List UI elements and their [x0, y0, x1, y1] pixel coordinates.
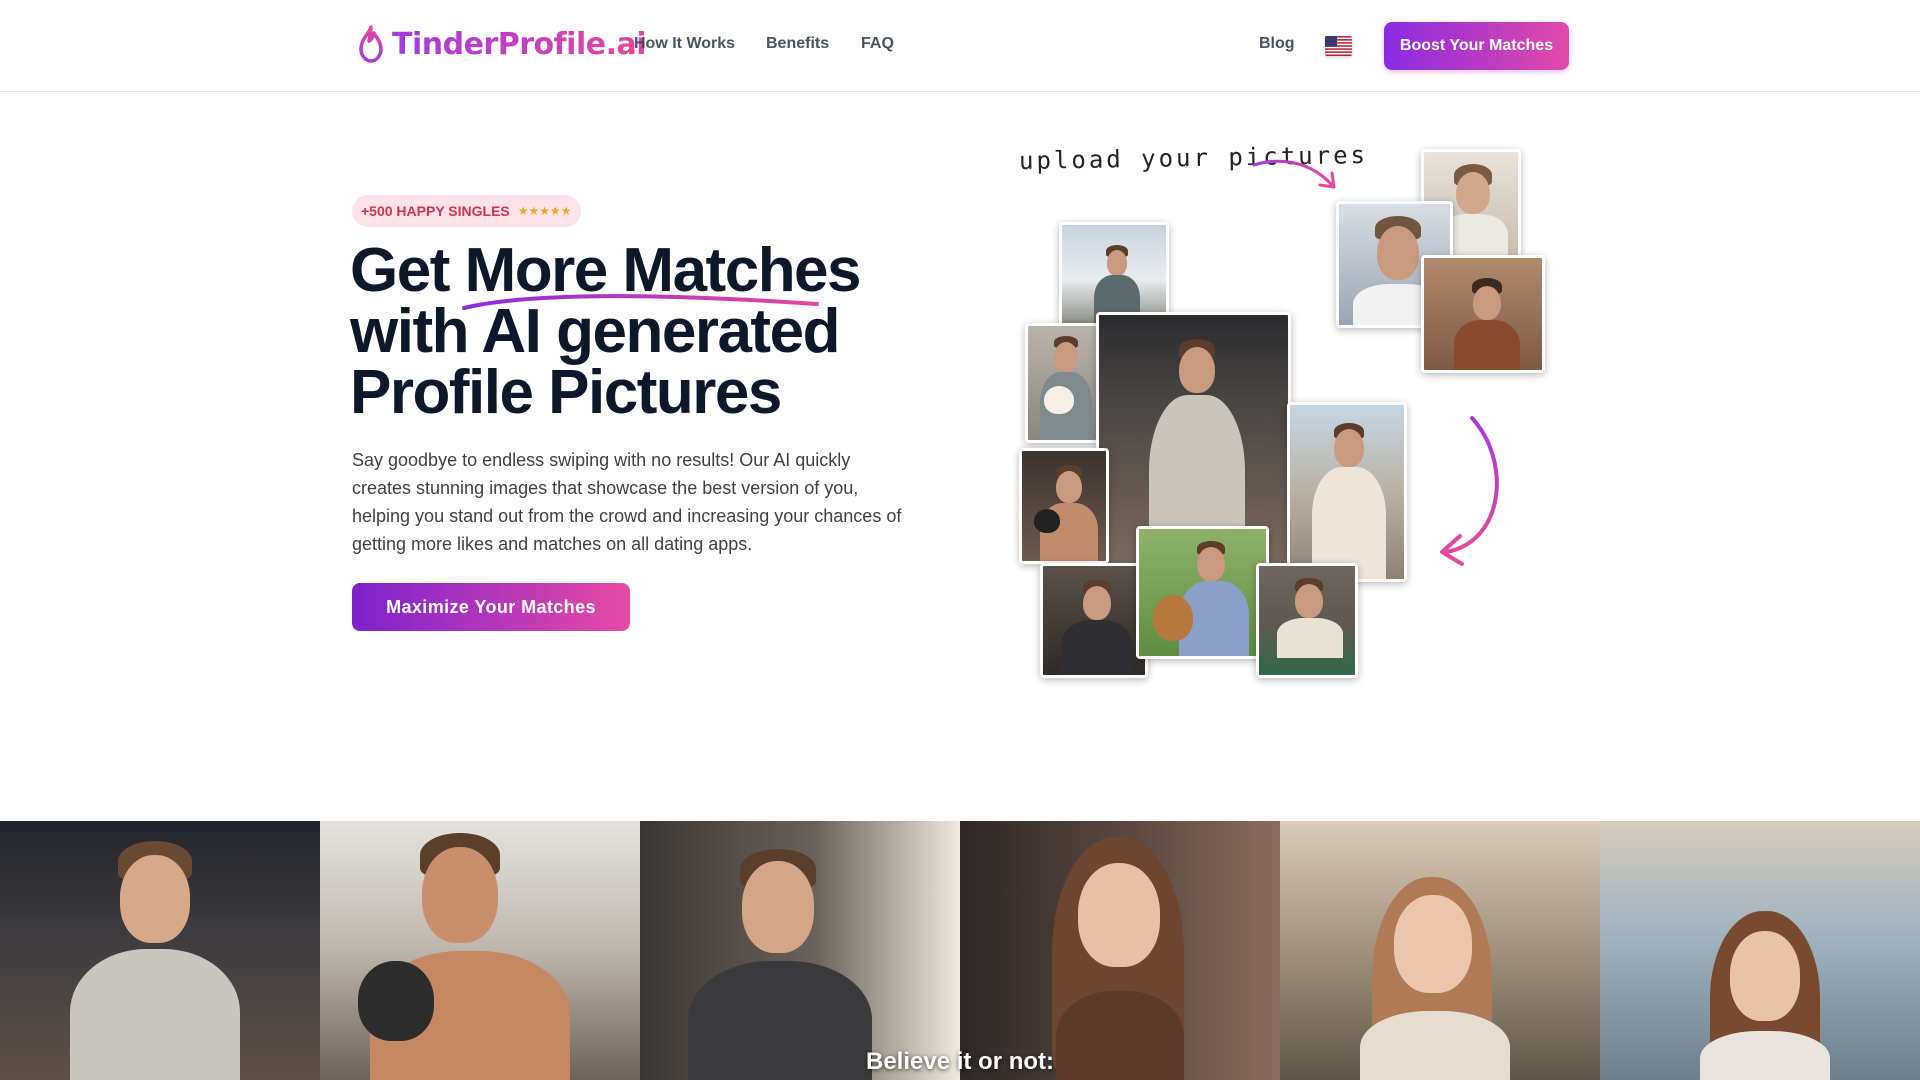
example-photo-jet [640, 821, 960, 1080]
maximize-matches-button[interactable]: Maximize Your Matches [352, 583, 630, 631]
hero-headline: Get More Matches with AI generated Profi… [350, 240, 950, 424]
happy-singles-badge: +500 HAPPY SINGLES ★★★★★ [352, 195, 581, 227]
flame-icon [359, 25, 383, 63]
example-photo-brick-wall [960, 821, 1280, 1080]
logo[interactable]: TinderProfile.ai [356, 20, 647, 68]
boost-matches-button[interactable]: Boost Your Matches [1384, 22, 1569, 70]
example-results-strip [0, 821, 1920, 1080]
uploaded-photo-3 [1421, 255, 1545, 373]
generated-photo-park-dog [1136, 526, 1269, 659]
example-photo-marina [1600, 821, 1920, 1080]
rating-stars-icon: ★★★★★ [517, 204, 572, 218]
example-photo-street-cafe [1280, 821, 1600, 1080]
curved-arrow-down-icon [1440, 416, 1499, 566]
generated-photo-suit [1040, 563, 1148, 678]
top-navigation: TinderProfile.ai How It Works Benefits F… [0, 0, 1920, 92]
headline-underline-decoration [462, 294, 819, 310]
nav-link-faq[interactable]: FAQ [861, 35, 894, 53]
generated-photo-harbor [1287, 402, 1407, 582]
example-photo-runway [0, 821, 320, 1080]
logo-text: TinderProfile.ai [392, 26, 647, 62]
us-flag-icon[interactable] [1325, 36, 1352, 56]
generated-photo-dog [1025, 323, 1099, 443]
nav-link-how-it-works[interactable]: How It Works [634, 35, 735, 53]
nav-link-benefits[interactable]: Benefits [766, 35, 829, 53]
hero-description: Say goodbye to endless swiping with no r… [352, 450, 902, 554]
headline-line-3: Profile Pictures [350, 358, 782, 427]
generated-photo-boxing [1019, 448, 1109, 564]
nav-link-blog[interactable]: Blog [1259, 35, 1295, 53]
badge-text: +500 HAPPY SINGLES [361, 203, 510, 219]
example-photo-boxing [320, 821, 640, 1080]
believe-it-caption: Believe it or not: [865, 1048, 1055, 1075]
curved-arrow-right-icon [1252, 159, 1336, 189]
generated-photo-billiards [1256, 563, 1358, 678]
